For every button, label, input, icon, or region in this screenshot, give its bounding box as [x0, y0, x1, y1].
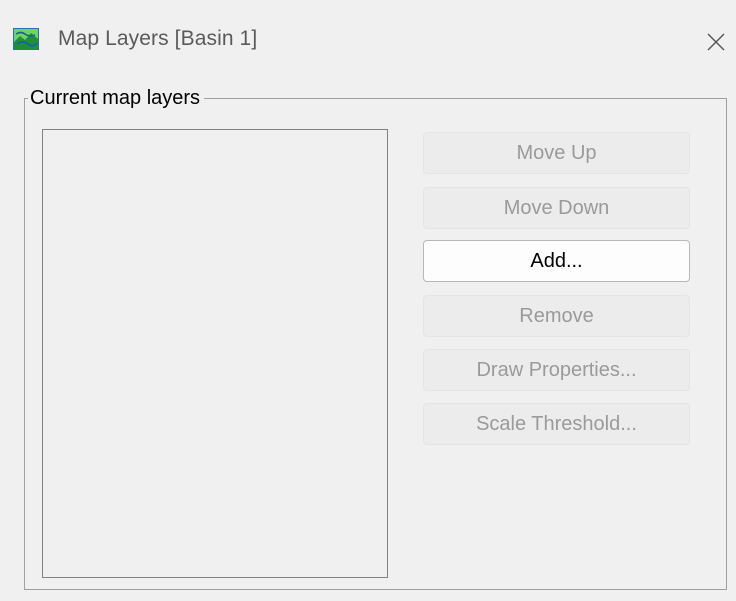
map-icon	[13, 28, 39, 50]
remove-button[interactable]: Remove	[423, 295, 690, 337]
scale-threshold-button[interactable]: Scale Threshold...	[423, 403, 690, 445]
move-up-button[interactable]: Move Up	[423, 132, 690, 174]
group-label: Current map layers	[28, 86, 205, 110]
close-icon[interactable]	[700, 26, 730, 56]
map-layers-list[interactable]	[42, 129, 388, 578]
add-button[interactable]: Add...	[423, 240, 690, 282]
map-layers-dialog: Map Layers [Basin 1] Current map layers …	[0, 0, 736, 601]
move-down-button[interactable]: Move Down	[423, 187, 690, 229]
title-bar: Map Layers [Basin 1]	[0, 0, 736, 78]
window-title: Map Layers [Basin 1]	[58, 27, 258, 50]
draw-properties-button[interactable]: Draw Properties...	[423, 349, 690, 391]
